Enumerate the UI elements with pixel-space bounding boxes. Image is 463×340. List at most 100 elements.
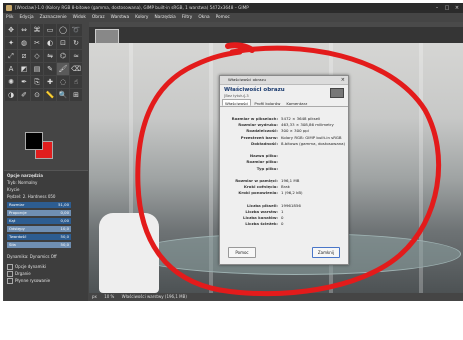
dialog-close-icon[interactable]: × [341,76,345,84]
close-button[interactable]: Zamknij [312,247,340,258]
dodge-icon[interactable]: ◑ [5,89,17,101]
menu-item[interactable]: Obraz [89,13,108,22]
menu-item[interactable]: Plik [3,13,16,22]
option-slider[interactable]: Odstępy 10,0 [7,226,71,232]
option-checkbox[interactable]: Opcje dynamiki [7,264,46,270]
unit-select[interactable]: px [89,294,100,299]
slider-value: 51,00 [58,202,69,207]
brush-value[interactable]: 2. Hardness 050 [23,194,56,199]
color-picker-icon[interactable]: ⊙ [31,89,43,101]
option-slider[interactable]: Twardość 50,0 [7,234,71,240]
menu-item[interactable]: Filtry [179,13,196,22]
heal-icon[interactable]: ✚ [44,76,56,88]
menu-item[interactable]: Widok [70,13,89,22]
mode-row[interactable]: Tryb: Normalny [7,180,37,186]
cage-icon[interactable]: ⌬ [57,50,69,62]
clone-icon[interactable]: ⎘ [31,76,43,88]
tool-options-title: Opcje narzędzia [7,173,43,178]
option-slider[interactable]: Kąt 0,00 [7,218,71,224]
bucket-fill-icon[interactable]: ◩ [18,63,30,75]
checkbox-label: Opcje dynamiki [15,264,47,269]
warp-icon[interactable]: ≈ [70,50,82,62]
smudge-icon[interactable]: ☝ [70,76,82,88]
crop-icon[interactable]: ⊡ [57,37,69,49]
image-tabs [89,27,463,44]
path-icon[interactable]: ✐ [18,89,30,101]
lasso-icon[interactable]: ➰ [70,24,82,36]
unified-transform-icon[interactable]: ⊞ [70,89,82,101]
status-bar: px 10 % Właściwości warstwy (196,1 MB) [89,293,463,301]
menu-item[interactable]: Edycja [16,13,36,22]
text-icon[interactable]: A [5,63,17,75]
checkbox-label: Płynne rysowanie [15,278,51,283]
airbrush-icon[interactable]: ✺ [5,76,17,88]
help-button[interactable]: Pomoc [228,247,256,258]
dialog-subheading: [Bez tytułu]-3 [224,94,249,98]
option-slider[interactable]: Rozmiar 51,00 [7,202,71,208]
dialog-window-title: Właściwości obrazu [228,77,266,82]
option-slider[interactable]: Siła 50,0 [7,242,71,248]
slider-label: Odstępy [9,226,25,231]
menu-item[interactable]: Narzędzia [151,13,178,22]
shear-icon[interactable]: ⧄ [18,50,30,62]
dynamics-value[interactable]: Dynamics Off [30,254,57,259]
maximize-icon[interactable]: □ [444,5,450,11]
foreground-color-swatch[interactable] [25,132,43,150]
dialog-tabs: Właściwości Profil kolorów Komentarz [220,99,348,107]
slider-value: 0,00 [60,218,69,223]
foreground-select-icon[interactable]: ◐ [44,37,56,49]
photo-chair [99,213,159,293]
menu-item[interactable]: Warstwa [108,13,132,22]
perspective-icon[interactable]: ◇ [31,50,43,62]
move-tool-icon[interactable]: ✥ [5,24,17,36]
free-select-icon[interactable]: ⌘ [31,24,43,36]
brush-label: Pędzel [7,194,21,199]
scissors-icon[interactable]: ✂ [31,37,43,49]
color-select-icon[interactable]: ◍ [18,37,30,49]
menu-item[interactable]: Pomoc [213,13,233,22]
slider-value: 50,0 [60,242,69,247]
dynamics-row[interactable]: Dynamika: Dynamics Off [7,254,57,260]
menu-bar: Plik Edycja Zaznaczenie Widok Obraz Warstwa Ko… [3,13,463,22]
align-tool-icon[interactable]: ⇔ [18,24,30,36]
paintbrush-icon[interactable]: 🖌 [57,63,69,75]
dialog-tab[interactable]: Profil kolorów [251,99,283,106]
dynamics-label: Dynamika [7,254,28,259]
eraser-icon[interactable]: ⌫ [70,63,82,75]
toolbox: ✥ ⇔ ⌘ ▭ ◯ ➰ ✦ ◍ ✂ ◐ ⊡ ↻ ⤢ ⧄ ◇ ⇋ ⌬ ≈ A ◩ ▤ ✎ 🖌 ⌫ ✺ ✒ ⎘ ✚ ◌ ☝ ◑ ✐ ⊙ 📏 🔍 ⊞ Opc… [3,22,89,301]
minimize-icon[interactable]: – [434,5,440,11]
brush-row[interactable]: Pędzel: 2. Hardness 050 [7,194,55,200]
option-slider[interactable]: Proporcje 0,00 [7,210,71,216]
color-swatches[interactable] [25,132,55,162]
rotate-icon[interactable]: ↻ [70,37,82,49]
gradient-icon[interactable]: ▤ [31,63,43,75]
menu-item[interactable]: Okna [195,13,212,22]
option-checkbox[interactable]: Drganie [7,271,31,277]
dialog-title-bar: Właściwości obrazu × [220,76,348,85]
mode-label: Tryb [7,180,16,185]
rect-select-icon[interactable]: ▭ [44,24,56,36]
ellipse-select-icon[interactable]: ◯ [57,24,69,36]
mode-value[interactable]: Normalny [18,180,37,185]
ink-icon[interactable]: ✒ [18,76,30,88]
property-list: Rozmiar w pikselach: 5472 × 3648 pikseli R… [220,116,348,227]
measure-icon[interactable]: 📏 [44,89,56,101]
option-checkbox[interactable]: Płynne rysowanie [7,278,50,284]
zoom-select[interactable]: 10 % [101,294,117,299]
checkbox-icon[interactable] [7,278,13,284]
dialog-tab[interactable]: Właściwości [222,99,252,106]
menu-item[interactable]: Zaznaczenie [37,13,70,22]
scale-icon[interactable]: ⤢ [5,50,17,62]
fuzzy-select-icon[interactable]: ✦ [5,37,17,49]
dialog-tab[interactable]: Komentarz [283,99,310,106]
checkbox-icon[interactable] [7,264,13,270]
flip-icon[interactable]: ⇋ [44,50,56,62]
zoom-icon[interactable]: 🔍 [57,89,69,101]
blur-icon[interactable]: ◌ [57,76,69,88]
menu-item[interactable]: Kolory [132,13,151,22]
checkbox-icon[interactable] [7,271,13,277]
close-icon[interactable]: × [454,5,460,11]
property-row: Liczba ścieżek: 0 [220,221,348,227]
pencil-icon[interactable]: ✎ [44,63,56,75]
image-tab-thumbnail[interactable] [95,29,119,44]
